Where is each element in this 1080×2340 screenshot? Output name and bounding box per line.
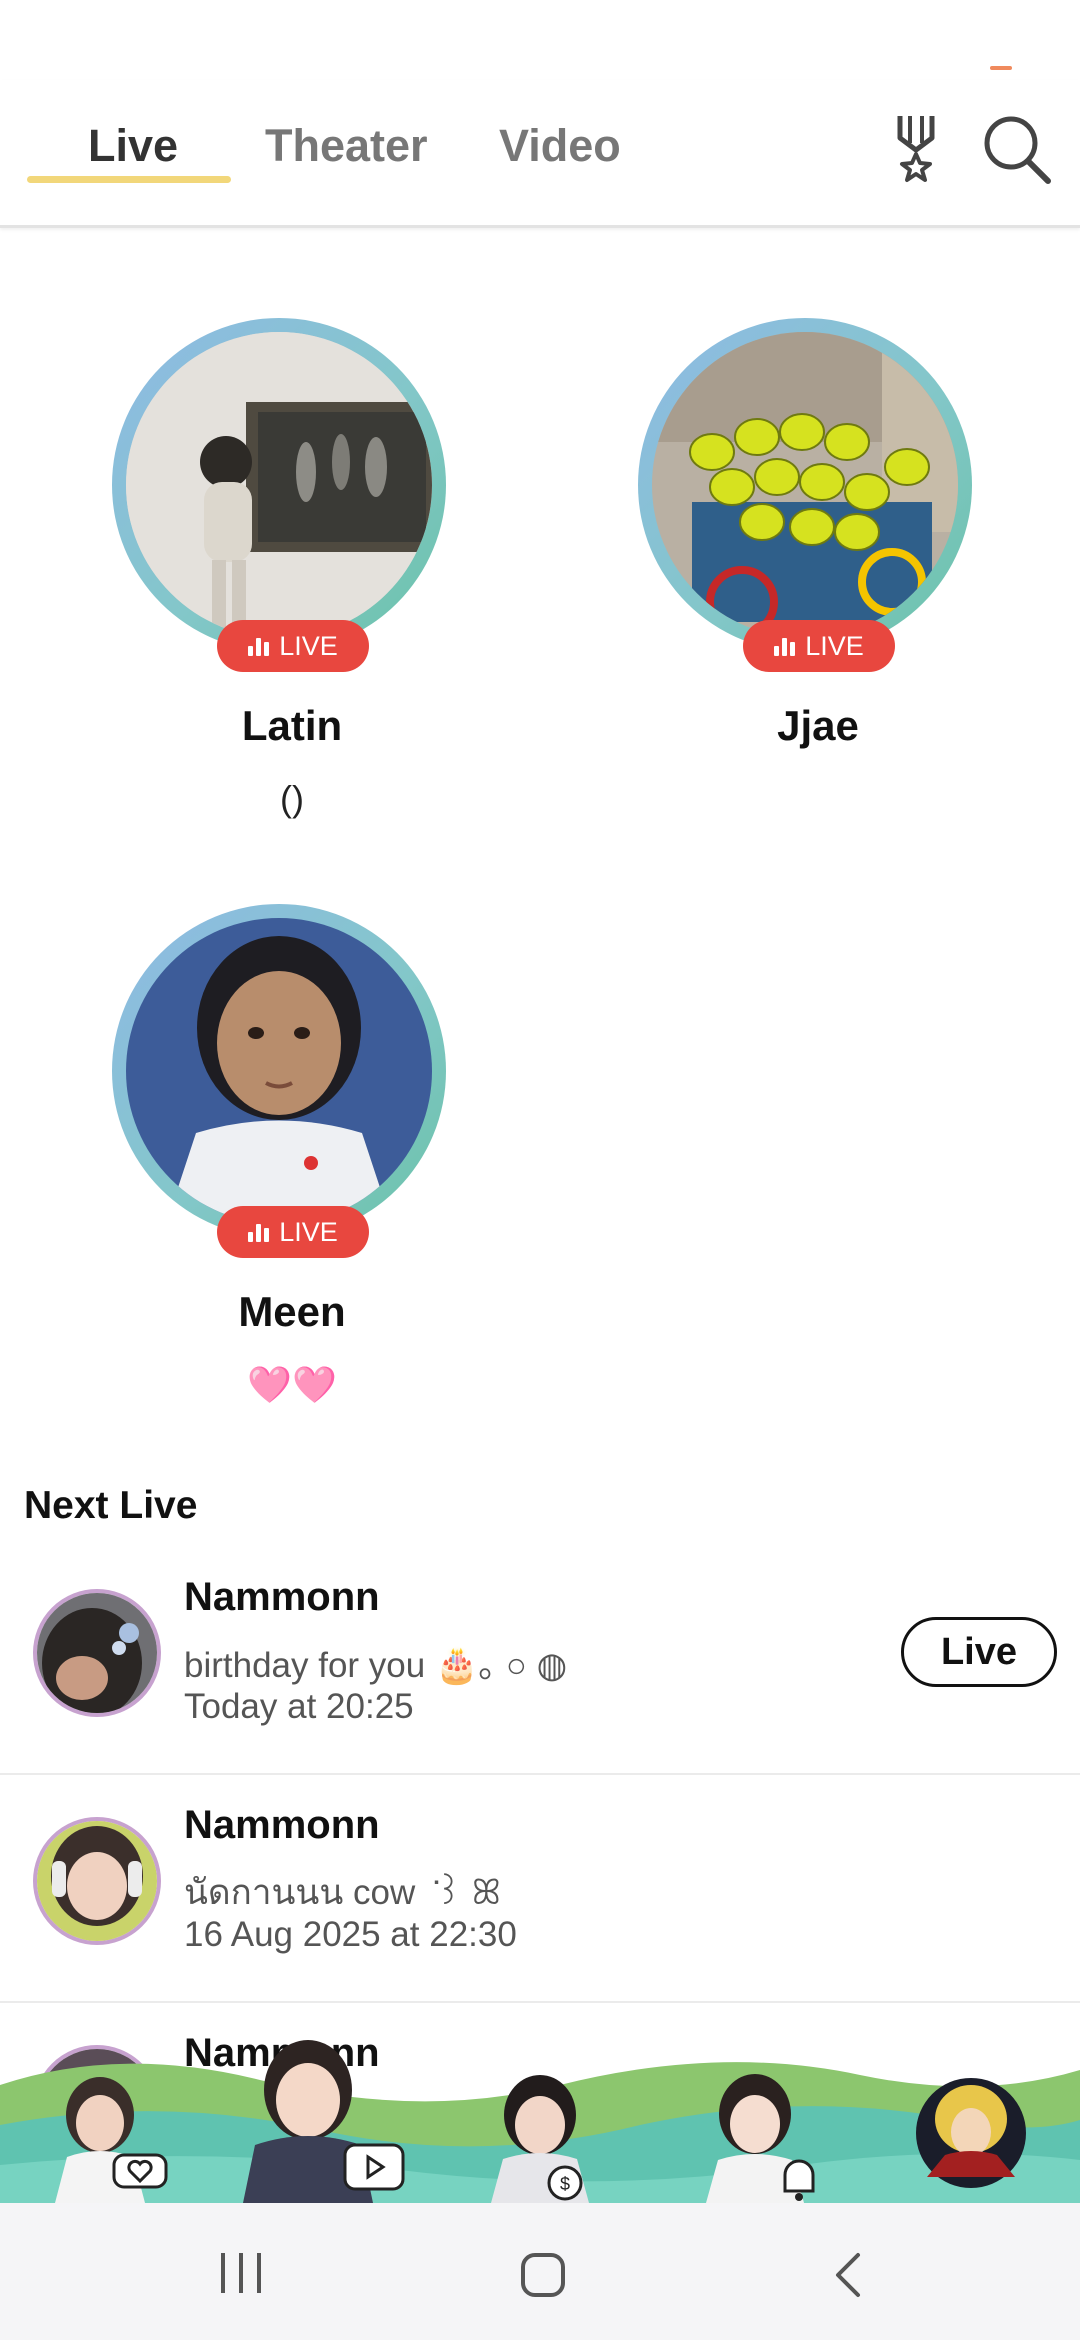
- next-live-name: Nammonn: [184, 1803, 380, 1847]
- next-live-item[interactable]: Nammonn birthday for you 🎂｡ ○ ◍ Today at…: [0, 1547, 1080, 1775]
- next-live-name: Nammonn: [184, 1575, 380, 1619]
- banner-member-5: [916, 2078, 1026, 2188]
- heart-icon: [112, 2153, 168, 2198]
- live-bars-icon: [248, 636, 270, 656]
- search-icon[interactable]: [978, 110, 1058, 190]
- bell-icon: [775, 2153, 823, 2203]
- tab-theater[interactable]: Theater: [265, 120, 428, 172]
- tab-live[interactable]: Live: [88, 120, 178, 172]
- back-icon[interactable]: [828, 2251, 868, 2304]
- medal-star-icon[interactable]: [886, 110, 946, 190]
- live-card-jjae[interactable]: LIVE Jjae: [541, 318, 1080, 838]
- next-live-title: Next Live: [24, 1484, 198, 1527]
- live-badge-label: LIVE: [279, 630, 338, 661]
- avatar-ring: [638, 318, 972, 652]
- card-name: Latin: [241, 702, 343, 749]
- live-bars-icon: [248, 1222, 270, 1242]
- live-button[interactable]: Live: [901, 1617, 1057, 1687]
- next-live-description: birthday for you 🎂｡ ○ ◍: [184, 1646, 568, 1685]
- live-badge-label: LIVE: [279, 1216, 338, 1247]
- avatar-ring: [112, 904, 446, 1238]
- system-nav-bar: [0, 2203, 1080, 2340]
- promo-banner[interactable]: $: [0, 2025, 1080, 2203]
- coin-icon: $: [545, 2163, 585, 2203]
- recent-apps-icon[interactable]: [217, 2251, 265, 2300]
- play-icon: [343, 2143, 405, 2198]
- avatar: [33, 1817, 161, 1945]
- avatar: [126, 918, 432, 1224]
- live-badge: LIVE: [217, 620, 369, 672]
- svg-text:$: $: [560, 2174, 570, 2194]
- status-indicator: [990, 66, 1012, 70]
- active-tab-indicator: [27, 176, 231, 183]
- top-tab-bar: Live Theater Video: [0, 80, 1080, 228]
- avatar: [33, 1589, 161, 1717]
- home-icon[interactable]: [519, 2251, 567, 2304]
- status-bar: [0, 0, 1080, 80]
- card-name: Jjae: [777, 702, 859, 749]
- avatar: [652, 332, 958, 638]
- next-live-item[interactable]: Nammonn นัดกานนน cow ݁ ꒱ ꕤ 16 Aug 2025 a…: [0, 1775, 1080, 2003]
- live-bars-icon: [774, 636, 796, 656]
- live-badge: LIVE: [743, 620, 895, 672]
- card-subtitle: 🩷🩷: [247, 1364, 337, 1405]
- live-card-latin[interactable]: LIVE Latin (): [15, 318, 569, 838]
- card-subtitle: (): [280, 778, 304, 819]
- card-name: Meen: [238, 1288, 346, 1335]
- next-live-time: Today at 20:25: [184, 1687, 414, 1726]
- live-badge-label: LIVE: [805, 630, 864, 661]
- next-live-time: 16 Aug 2025 at 22:30: [184, 1915, 517, 1954]
- next-live-description: นัดกานนน cow ݁ ꒱ ꕤ: [184, 1873, 501, 1912]
- live-card-meen[interactable]: LIVE Meen 🩷🩷: [15, 904, 569, 1424]
- live-badge: LIVE: [217, 1206, 369, 1258]
- tab-video[interactable]: Video: [499, 120, 621, 172]
- avatar: [126, 332, 432, 638]
- avatar-ring: [112, 318, 446, 652]
